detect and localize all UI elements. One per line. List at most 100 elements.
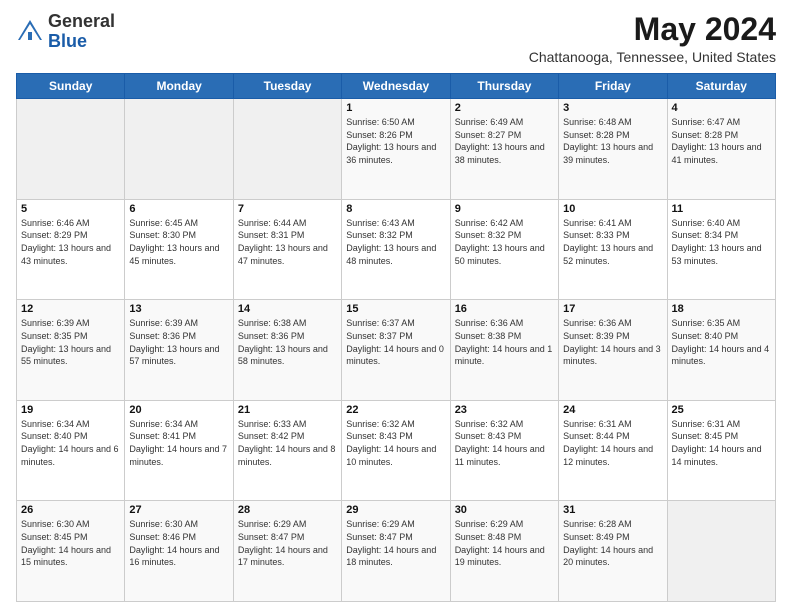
day-info: Sunrise: 6:48 AM Sunset: 8:28 PM Dayligh… — [563, 116, 662, 166]
calendar: SundayMondayTuesdayWednesdayThursdayFrid… — [16, 73, 776, 602]
day-number: 14 — [238, 303, 337, 315]
calendar-cell: 11 Sunrise: 6:40 AM Sunset: 8:34 PM Dayli… — [667, 199, 775, 300]
day-number: 12 — [21, 303, 120, 315]
logo: General Blue — [16, 12, 115, 52]
day-number: 30 — [455, 504, 554, 516]
calendar-cell: 6 Sunrise: 6:45 AM Sunset: 8:30 PM Daylig… — [125, 199, 233, 300]
page: General Blue May 2024 Chattanooga, Tenne… — [0, 0, 792, 612]
day-number: 6 — [129, 203, 228, 215]
day-info: Sunrise: 6:39 AM Sunset: 8:36 PM Dayligh… — [129, 317, 228, 367]
day-info: Sunrise: 6:30 AM Sunset: 8:46 PM Dayligh… — [129, 518, 228, 568]
calendar-cell: 18Sunrise: 6:35 AM Sunset: 8:40 PM Dayli… — [667, 300, 775, 401]
day-number: 24 — [563, 404, 662, 416]
day-number: 4 — [672, 102, 771, 114]
day-number: 1 — [346, 102, 445, 114]
logo-blue: Blue — [48, 31, 87, 51]
day-info: Sunrise: 6:40 AM Sunset: 8:34 PM Dayligh… — [672, 217, 771, 267]
day-info: Sunrise: 6:37 AM Sunset: 8:37 PM Dayligh… — [346, 317, 445, 367]
calendar-cell: 12 Sunrise: 6:39 AM Sunset: 8:35 PM Dayli… — [17, 300, 125, 401]
calendar-day-header: Wednesday — [342, 74, 450, 99]
calendar-week-row: 1 Sunrise: 6:50 AM Sunset: 8:26 PM Daylig… — [17, 99, 776, 200]
day-info: Sunrise: 6:36 AM Sunset: 8:38 PM Dayligh… — [455, 317, 554, 367]
day-number: 29 — [346, 504, 445, 516]
day-number: 3 — [563, 102, 662, 114]
day-number: 21 — [238, 404, 337, 416]
day-info: Sunrise: 6:38 AM Sunset: 8:36 PM Dayligh… — [238, 317, 337, 367]
calendar-week-row: 5Sunrise: 6:46 AM Sunset: 8:29 PM Daylig… — [17, 199, 776, 300]
day-number: 26 — [21, 504, 120, 516]
calendar-cell: 14 Sunrise: 6:38 AM Sunset: 8:36 PM Dayli… — [233, 300, 341, 401]
day-info: Sunrise: 6:42 AM Sunset: 8:32 PM Dayligh… — [455, 217, 554, 267]
calendar-cell: 20 Sunrise: 6:34 AM Sunset: 8:41 PM Dayli… — [125, 400, 233, 501]
calendar-cell: 9 Sunrise: 6:42 AM Sunset: 8:32 PM Daylig… — [450, 199, 558, 300]
day-number: 7 — [238, 203, 337, 215]
calendar-week-row: 26 Sunrise: 6:30 AM Sunset: 8:45 PM Dayli… — [17, 501, 776, 602]
day-info: Sunrise: 6:31 AM Sunset: 8:44 PM Dayligh… — [563, 418, 662, 468]
calendar-cell: 7 Sunrise: 6:44 AM Sunset: 8:31 PM Daylig… — [233, 199, 341, 300]
calendar-day-header: Saturday — [667, 74, 775, 99]
calendar-cell — [667, 501, 775, 602]
logo-text: General Blue — [48, 12, 115, 52]
day-number: 28 — [238, 504, 337, 516]
calendar-cell: 2 Sunrise: 6:49 AM Sunset: 8:27 PM Daylig… — [450, 99, 558, 200]
day-number: 16 — [455, 303, 554, 315]
month-year: May 2024 — [529, 12, 776, 47]
day-number: 23 — [455, 404, 554, 416]
calendar-day-header: Monday — [125, 74, 233, 99]
calendar-week-row: 19Sunrise: 6:34 AM Sunset: 8:40 PM Dayli… — [17, 400, 776, 501]
calendar-cell: 21Sunrise: 6:33 AM Sunset: 8:42 PM Dayli… — [233, 400, 341, 501]
day-info: Sunrise: 6:45 AM Sunset: 8:30 PM Dayligh… — [129, 217, 228, 267]
day-info: Sunrise: 6:44 AM Sunset: 8:31 PM Dayligh… — [238, 217, 337, 267]
day-info: Sunrise: 6:30 AM Sunset: 8:45 PM Dayligh… — [21, 518, 120, 568]
calendar-cell: 22 Sunrise: 6:32 AM Sunset: 8:43 PM Dayli… — [342, 400, 450, 501]
calendar-cell: 24 Sunrise: 6:31 AM Sunset: 8:44 PM Dayli… — [559, 400, 667, 501]
day-info: Sunrise: 6:28 AM Sunset: 8:49 PM Dayligh… — [563, 518, 662, 568]
calendar-cell: 28 Sunrise: 6:29 AM Sunset: 8:47 PM Dayli… — [233, 501, 341, 602]
day-info: Sunrise: 6:50 AM Sunset: 8:26 PM Dayligh… — [346, 116, 445, 166]
calendar-cell: 4 Sunrise: 6:47 AM Sunset: 8:28 PM Daylig… — [667, 99, 775, 200]
day-info: Sunrise: 6:35 AM Sunset: 8:40 PM Dayligh… — [672, 317, 771, 367]
day-info: Sunrise: 6:49 AM Sunset: 8:27 PM Dayligh… — [455, 116, 554, 166]
calendar-cell: 25Sunrise: 6:31 AM Sunset: 8:45 PM Dayli… — [667, 400, 775, 501]
calendar-cell: 31Sunrise: 6:28 AM Sunset: 8:49 PM Dayli… — [559, 501, 667, 602]
day-number: 11 — [672, 203, 771, 215]
calendar-cell: 10Sunrise: 6:41 AM Sunset: 8:33 PM Dayli… — [559, 199, 667, 300]
title-block: May 2024 Chattanooga, Tennessee, United … — [529, 12, 776, 65]
calendar-cell: 19Sunrise: 6:34 AM Sunset: 8:40 PM Dayli… — [17, 400, 125, 501]
calendar-cell: 13Sunrise: 6:39 AM Sunset: 8:36 PM Dayli… — [125, 300, 233, 401]
calendar-day-header: Tuesday — [233, 74, 341, 99]
day-info: Sunrise: 6:29 AM Sunset: 8:47 PM Dayligh… — [346, 518, 445, 568]
calendar-cell: 16 Sunrise: 6:36 AM Sunset: 8:38 PM Dayli… — [450, 300, 558, 401]
day-info: Sunrise: 6:34 AM Sunset: 8:41 PM Dayligh… — [129, 418, 228, 468]
calendar-day-header: Thursday — [450, 74, 558, 99]
day-number: 22 — [346, 404, 445, 416]
calendar-cell: 15 Sunrise: 6:37 AM Sunset: 8:37 PM Dayli… — [342, 300, 450, 401]
day-info: Sunrise: 6:36 AM Sunset: 8:39 PM Dayligh… — [563, 317, 662, 367]
day-number: 2 — [455, 102, 554, 114]
day-info: Sunrise: 6:39 AM Sunset: 8:35 PM Dayligh… — [21, 317, 120, 367]
day-info: Sunrise: 6:29 AM Sunset: 8:48 PM Dayligh… — [455, 518, 554, 568]
day-number: 17 — [563, 303, 662, 315]
day-info: Sunrise: 6:29 AM Sunset: 8:47 PM Dayligh… — [238, 518, 337, 568]
calendar-week-row: 12 Sunrise: 6:39 AM Sunset: 8:35 PM Dayli… — [17, 300, 776, 401]
calendar-cell: 30 Sunrise: 6:29 AM Sunset: 8:48 PM Dayli… — [450, 501, 558, 602]
calendar-cell: 26 Sunrise: 6:30 AM Sunset: 8:45 PM Dayli… — [17, 501, 125, 602]
calendar-cell: 23 Sunrise: 6:32 AM Sunset: 8:43 PM Dayli… — [450, 400, 558, 501]
day-number: 20 — [129, 404, 228, 416]
day-info: Sunrise: 6:47 AM Sunset: 8:28 PM Dayligh… — [672, 116, 771, 166]
calendar-cell: 3 Sunrise: 6:48 AM Sunset: 8:28 PM Daylig… — [559, 99, 667, 200]
day-number: 19 — [21, 404, 120, 416]
day-number: 8 — [346, 203, 445, 215]
calendar-cell: 27Sunrise: 6:30 AM Sunset: 8:46 PM Dayli… — [125, 501, 233, 602]
calendar-day-header: Sunday — [17, 74, 125, 99]
day-number: 5 — [21, 203, 120, 215]
day-info: Sunrise: 6:32 AM Sunset: 8:43 PM Dayligh… — [346, 418, 445, 468]
calendar-header-row: SundayMondayTuesdayWednesdayThursdayFrid… — [17, 74, 776, 99]
day-info: Sunrise: 6:41 AM Sunset: 8:33 PM Dayligh… — [563, 217, 662, 267]
logo-icon — [16, 18, 44, 46]
header: General Blue May 2024 Chattanooga, Tenne… — [16, 12, 776, 65]
calendar-cell: 17 Sunrise: 6:36 AM Sunset: 8:39 PM Dayli… — [559, 300, 667, 401]
day-number: 9 — [455, 203, 554, 215]
day-info: Sunrise: 6:32 AM Sunset: 8:43 PM Dayligh… — [455, 418, 554, 468]
day-number: 15 — [346, 303, 445, 315]
